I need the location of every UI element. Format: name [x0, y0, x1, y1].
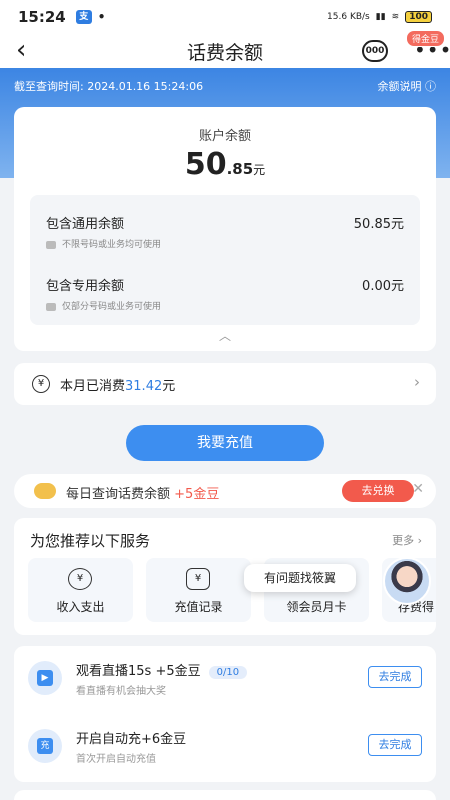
task-item-live: ▶ 观看直播15s +5金豆 0/10 看直播有机会抽大奖 去完成 — [14, 646, 436, 714]
nav-bar: ‹ 话费余额 000 ••• 得金豆 — [0, 30, 450, 68]
net-speed: 15.6 KB/s — [327, 12, 370, 22]
yen-circle-icon: ¥ — [68, 568, 92, 590]
clipboard-icon: ¥ — [186, 568, 210, 590]
monthly-spend-amount: 31.42 — [125, 379, 163, 394]
task-list: ▶ 观看直播15s +5金豆 0/10 看直播有机会抽大奖 去完成 充 开启自动充… — [14, 646, 436, 782]
service-income-expense[interactable]: ¥ 收入支出 — [28, 558, 133, 622]
task-progress: 0/10 — [208, 666, 248, 679]
monthly-spend-label: 本月已消费31.42元 — [60, 379, 176, 394]
general-balance-note: 不限号码或业务均可使用 — [46, 237, 161, 250]
gold-coin-icon — [34, 483, 56, 499]
status-time: 15:24 — [18, 8, 66, 26]
service-label: 收入支出 — [56, 600, 105, 614]
general-balance-value: 50.85元 — [353, 217, 404, 232]
balance-breakdown: 包含通用余额 50.85元 不限号码或业务均可使用 包含专用余额 0.00元 仅… — [30, 195, 420, 325]
balance-unit: 元 — [253, 163, 266, 177]
query-time: 截至查询时间: 2024.01.16 15:24:06 — [14, 80, 204, 93]
balance-label: 账户余额 — [198, 129, 251, 144]
info-icon — [46, 302, 56, 311]
collapse-chevron-icon[interactable]: ︿ — [14, 327, 436, 344]
notification-dot: • — [97, 10, 106, 24]
video-icon: ▶ — [28, 661, 62, 695]
task-complete-button[interactable]: 去完成 — [368, 666, 422, 688]
service-label: 充值记录 — [174, 600, 223, 614]
special-balance-label: 包含专用余额 — [46, 279, 125, 294]
assistant-avatar[interactable] — [383, 557, 431, 605]
chevron-right-icon: › — [414, 373, 420, 391]
status-indicators: 15.6 KB/s ▮▮ ≋ 100 — [327, 11, 432, 23]
assistant-tooltip[interactable]: 有问题找筱翼 — [244, 564, 356, 592]
signal-icon: ▮▮ — [375, 12, 386, 22]
status-bar: 15:24 支 • 15.6 KB/s ▮▮ ≋ 100 — [0, 0, 450, 34]
balance-card: 账户余额 50.85元 包含通用余额 50.85元 不限号码或业务均可使用 包含… — [14, 107, 436, 351]
charge-icon: 充 — [28, 729, 62, 763]
task-title: 开启自动充+6金豆 — [76, 732, 187, 747]
daily-query-banner: 每日查询话费余额 +5金豆 去兑换 ✕ — [14, 474, 436, 508]
recharge-button[interactable]: 我要充值 — [126, 425, 324, 461]
special-balance-note: 仅部分号码或业务可使用 — [46, 299, 161, 312]
balance-amount: 50.85元 — [14, 147, 436, 182]
monthly-spend-row[interactable]: ¥ 本月已消费31.42元 › — [14, 363, 436, 405]
customer-service-icon[interactable]: 000 — [362, 40, 388, 62]
close-icon[interactable]: ✕ — [412, 481, 424, 497]
next-section-peek — [14, 790, 436, 800]
yen-icon: ¥ — [32, 375, 50, 393]
task-desc: 看直播有机会抽大奖 — [76, 686, 166, 697]
balance-explain-link[interactable]: 余额说明 ⓘ — [378, 78, 437, 94]
general-balance-label: 包含通用余额 — [46, 217, 125, 232]
alipay-icon: 支 — [75, 10, 92, 24]
wifi-icon: ≋ — [391, 12, 400, 22]
battery-icon: 100 — [405, 11, 432, 23]
recommend-section: 为您推荐以下服务 更多 › ¥ 收入支出 ¥ 充值记录 领会员月卡 存费得 — [14, 518, 436, 635]
recommend-title: 为您推荐以下服务 — [30, 532, 151, 550]
special-balance-value: 0.00元 — [362, 279, 404, 294]
balance-amount-int: 50 — [184, 147, 227, 182]
info-icon — [46, 240, 56, 249]
task-complete-button[interactable]: 去完成 — [368, 734, 422, 756]
exchange-button[interactable]: 去兑换 — [342, 480, 414, 502]
recommend-more-link[interactable]: 更多 › — [392, 532, 422, 548]
task-desc: 首次开启自动充值 — [76, 754, 156, 765]
gold-bean-tag: 得金豆 — [406, 30, 446, 47]
service-recharge-record[interactable]: ¥ 充值记录 — [146, 558, 251, 622]
task-title: 观看直播15s +5金豆 0/10 — [76, 660, 248, 679]
balance-amount-dec: .85 — [226, 160, 254, 178]
daily-query-text: 每日查询话费余额 +5金豆 — [66, 487, 220, 502]
task-item-autocharge: 充 开启自动充+6金豆 首次开启自动充值 去完成 — [14, 714, 436, 782]
service-label: 领会员月卡 — [286, 600, 347, 614]
